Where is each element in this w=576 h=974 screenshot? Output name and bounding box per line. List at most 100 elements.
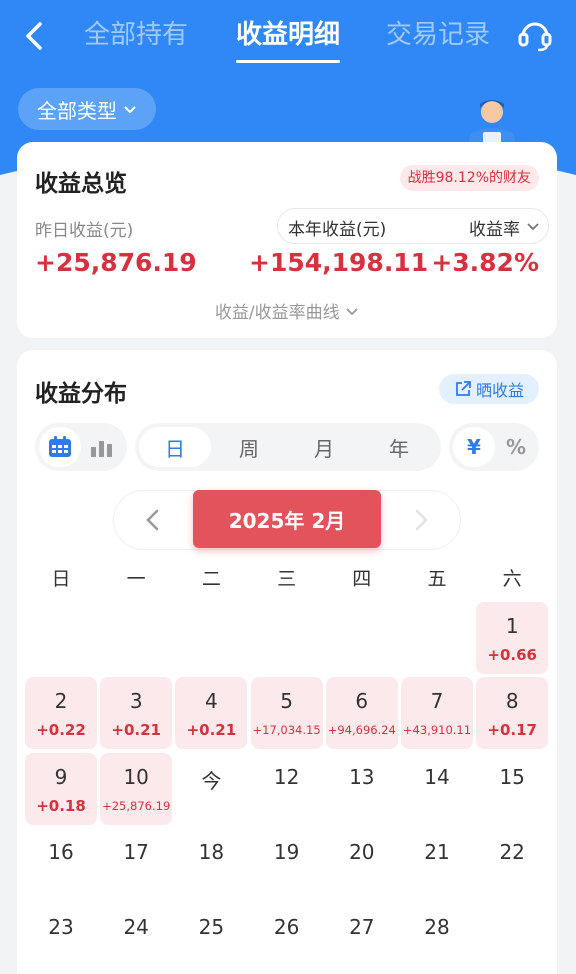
period-toggle: 日 周 月 年 xyxy=(135,423,441,471)
calendar-day[interactable]: 5 +17,034.15 xyxy=(250,677,323,750)
weekday-label: 三 xyxy=(277,568,297,590)
day-number: 10 xyxy=(123,764,149,789)
calendar-day[interactable]: 22 xyxy=(476,828,548,900)
type-filter-dropdown[interactable]: 全部类型 xyxy=(18,88,156,130)
tab-profit-detail[interactable]: 收益明细 xyxy=(236,14,341,63)
calendar-day[interactable]: 14 xyxy=(401,753,473,825)
year-profit-label: 本年收益(元) xyxy=(288,220,387,240)
yesterday-profit-value: +25,876.19 xyxy=(35,248,197,277)
day-number: 13 xyxy=(349,764,375,789)
calendar-day[interactable]: 1 +0.66 xyxy=(476,602,549,674)
profit-overview-card: 收益总览 战胜98.12%的财友 昨日收益(元) 本年收益(元) 收益率 +25… xyxy=(17,142,557,338)
weekday-label: 一 xyxy=(126,568,146,590)
day-number: 20 xyxy=(349,839,375,864)
day-number: 5 xyxy=(280,689,293,714)
calendar-day[interactable]: 23 xyxy=(25,903,97,974)
period-year[interactable]: 年 xyxy=(363,427,435,467)
day-number: 16 xyxy=(48,839,74,864)
day-profit-value: +0.21 xyxy=(111,721,161,740)
yesterday-profit-label: 昨日收益(元) xyxy=(35,221,134,241)
calendar-day[interactable]: 17 xyxy=(100,828,172,900)
calendar-day[interactable]: 18 xyxy=(175,828,247,900)
unit-toggle: ¥ % xyxy=(449,423,539,471)
calendar-day[interactable]: 10 +25,876.19 xyxy=(100,752,173,825)
chevron-down-icon xyxy=(346,308,358,316)
tab-transactions[interactable]: 交易记录 xyxy=(386,14,490,51)
day-number: 15 xyxy=(499,764,525,789)
day-profit-value: +25,876.19 xyxy=(102,798,171,813)
distribution-title: 收益分布 xyxy=(35,381,127,407)
day-number: 2 xyxy=(54,689,68,714)
year-profit-selector[interactable]: 本年收益(元) 收益率 xyxy=(277,208,549,244)
day-number: 12 xyxy=(273,764,300,789)
day-number: 7 xyxy=(430,689,444,714)
top-nav: 全部持有 收益明细 交易记录 xyxy=(0,0,576,72)
calendar-day[interactable]: 25 xyxy=(175,903,247,974)
chart-view-button[interactable] xyxy=(81,427,123,467)
day-number: 6 xyxy=(355,689,369,714)
day-number: 18 xyxy=(198,839,225,864)
calendar-icon xyxy=(49,436,71,457)
next-month-button[interactable] xyxy=(406,505,436,535)
calendar-day[interactable]: 15 xyxy=(476,753,548,825)
day-profit-value: +43,910.11 xyxy=(402,723,472,738)
period-week[interactable]: 周 xyxy=(213,427,285,467)
day-number: 14 xyxy=(424,764,450,789)
calendar-day[interactable]: 26 xyxy=(251,903,323,974)
calendar-day[interactable]: 13 xyxy=(326,753,398,825)
weekday-label: 日 xyxy=(51,568,71,590)
calendar-day[interactable]: 24 xyxy=(100,903,172,974)
rank-badge: 战胜98.12%的财友 xyxy=(399,165,539,191)
customer-service-button[interactable] xyxy=(516,16,554,54)
period-month[interactable]: 月 xyxy=(288,427,360,467)
period-day[interactable]: 日 xyxy=(139,427,211,467)
unit-percent[interactable]: % xyxy=(495,427,537,467)
calendar-day[interactable]: 27 xyxy=(326,903,398,974)
calendar-day[interactable]: 7 +43,910.11 xyxy=(401,677,473,750)
weekday-label: 六 xyxy=(502,568,522,590)
back-button[interactable] xyxy=(18,16,54,56)
bar-chart-icon xyxy=(91,441,112,457)
day-number: 25 xyxy=(198,915,225,940)
current-month-label[interactable]: 2025年 2月 xyxy=(193,490,381,548)
day-profit-value: +0.22 xyxy=(36,721,86,740)
calendar-day[interactable]: 6 +94,696.24 xyxy=(325,677,398,750)
calendar-day[interactable]: 16 xyxy=(25,828,97,900)
tab-holdings[interactable]: 全部持有 xyxy=(84,14,188,51)
calendar-day[interactable]: 今 xyxy=(175,753,247,825)
calendar-day[interactable]: 9 +0.18 xyxy=(25,752,97,825)
day-number: 27 xyxy=(349,915,375,940)
day-profit-value: +94,696.24 xyxy=(327,723,396,738)
calendar-day[interactable]: 4 +0.21 xyxy=(175,677,248,750)
calendar-day[interactable]: 28 xyxy=(401,903,473,974)
day-profit-value: +0.66 xyxy=(487,646,537,664)
day-number: 24 xyxy=(123,915,149,940)
chevron-down-icon xyxy=(527,223,539,231)
profit-rate-label: 收益率 xyxy=(469,220,520,240)
weekday-label: 四 xyxy=(352,568,372,590)
profit-distribution-card: 收益分布 晒收益 日 周 月 年 ¥ % 2025年 2月 日 一 二 三 四 … xyxy=(17,350,557,974)
calendar-day[interactable]: 19 xyxy=(251,828,323,900)
calendar-day[interactable]: 2 +0.22 xyxy=(25,677,97,750)
profit-curve-label: 收益/收益率曲线 xyxy=(214,303,340,323)
day-profit-value: +17,034.15 xyxy=(252,723,321,738)
calendar-day[interactable]: 20 xyxy=(326,828,398,900)
unit-amount[interactable]: ¥ xyxy=(453,427,495,467)
share-profit-button[interactable]: 晒收益 xyxy=(439,374,539,404)
calendar-day[interactable]: 8 +0.17 xyxy=(476,677,549,750)
chevron-down-icon xyxy=(124,106,136,114)
profit-curve-link[interactable]: 收益/收益率曲线 xyxy=(17,298,557,323)
day-profit-value: +0.17 xyxy=(487,721,537,740)
day-number: 22 xyxy=(499,839,525,864)
view-toggle xyxy=(35,423,127,471)
prev-month-button[interactable] xyxy=(138,505,168,535)
day-number: 26 xyxy=(273,915,300,940)
share-out-icon xyxy=(456,381,471,396)
calendar-day[interactable]: 21 xyxy=(401,828,473,900)
day-number: 1 xyxy=(505,614,519,638)
day-number: 21 xyxy=(424,839,450,864)
calendar-day[interactable]: 12 xyxy=(251,753,323,825)
day-number: 28 xyxy=(424,915,450,940)
calendar-day[interactable]: 3 +0.21 xyxy=(100,677,173,750)
calendar-view-button[interactable] xyxy=(39,427,81,467)
